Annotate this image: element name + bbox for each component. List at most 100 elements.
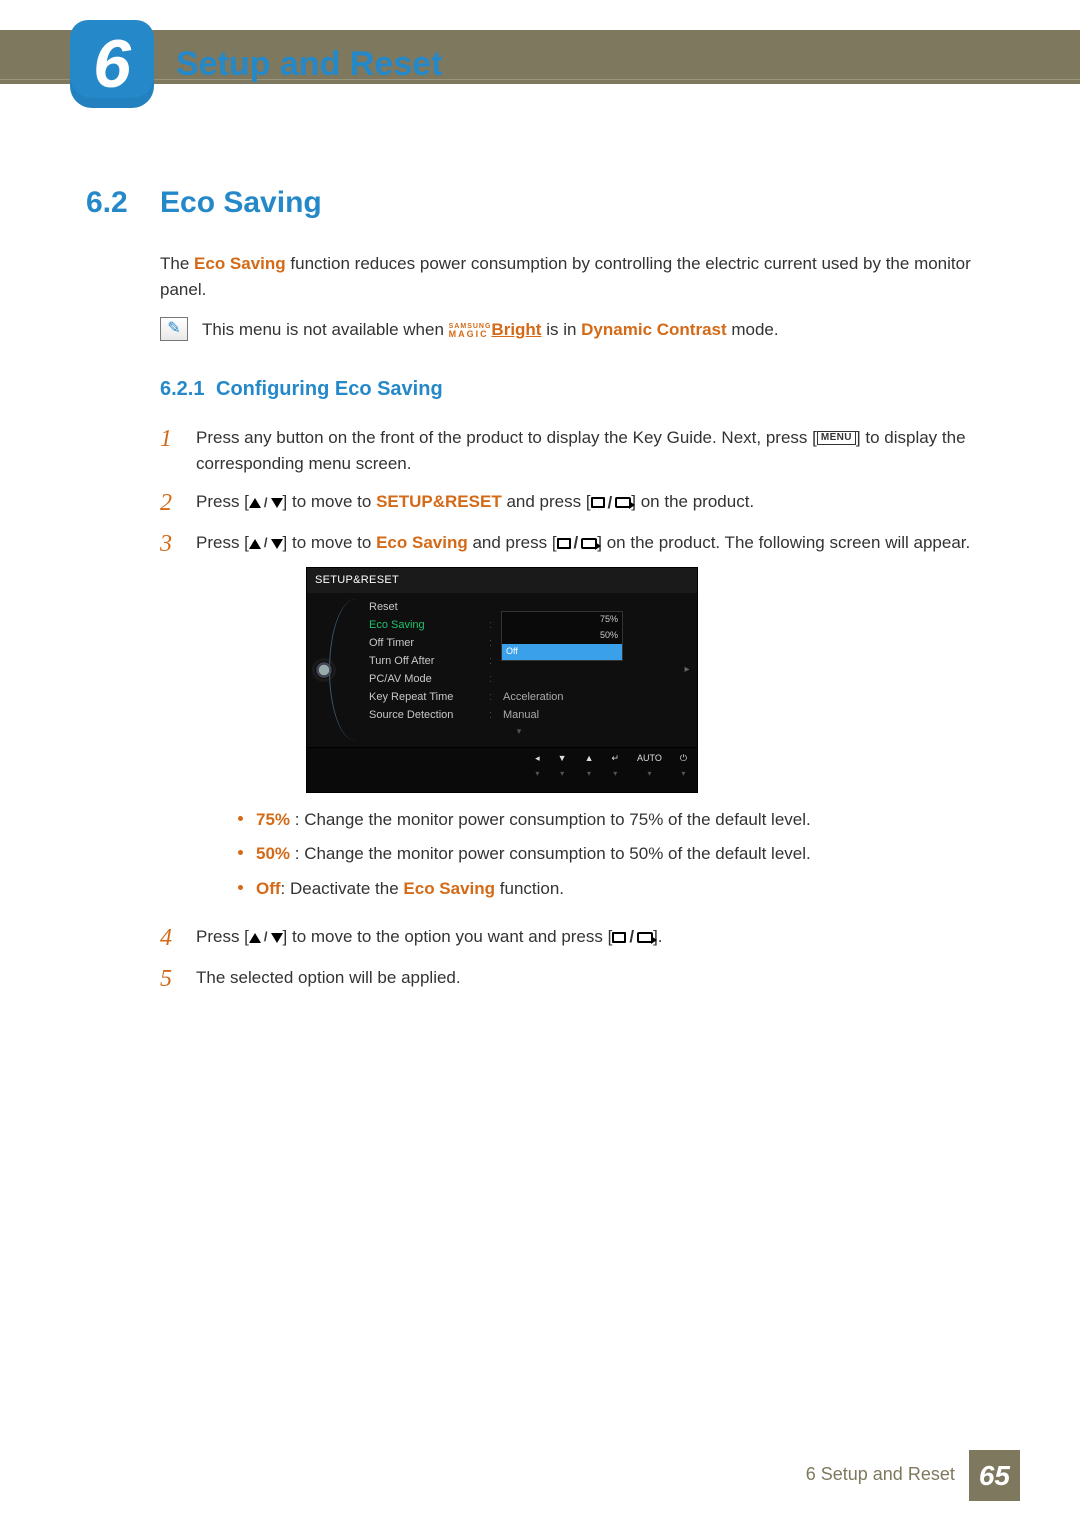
sep: :	[290, 844, 304, 863]
footer-page-number: 65	[969, 1450, 1020, 1501]
label: Reset	[369, 599, 489, 616]
chapter-number-badge: 6	[70, 20, 154, 108]
note-post: mode.	[727, 320, 779, 339]
note: ✎ This menu is not available when SAMSUN…	[160, 317, 994, 343]
up-down-icon: /	[249, 493, 283, 513]
step-number: 3	[160, 530, 196, 559]
option-descriptions: 75% : Change the monitor power consumpti…	[232, 807, 994, 902]
osd-title: SETUP&RESET	[307, 568, 697, 593]
subsection-number: 6.2.1	[160, 374, 216, 405]
osd-item-off-timer: Off Timer:	[369, 635, 669, 653]
intro-text-pre: The	[160, 254, 194, 273]
subsection-heading: 6.2.1 Configuring Eco Saving	[160, 374, 994, 405]
section-number: 6.2	[86, 180, 160, 227]
osd-window: SETUP&RESET Reset Eco Saving:	[306, 567, 698, 793]
osd-scroll-down-icon: ▾	[369, 725, 669, 741]
osd-item-turn-off-after: Turn Off After:	[369, 653, 669, 671]
up-down-icon: /	[249, 533, 283, 553]
osd-item-key-repeat: Key Repeat Time:Acceleration	[369, 689, 669, 707]
value: Acceleration	[503, 689, 669, 706]
step-4: 4 Press [ /] to move to the option you wa…	[160, 924, 994, 953]
section-heading: 6.2 Eco Saving	[86, 180, 994, 227]
osd-btn-down: ▼▾	[558, 752, 567, 780]
value: Manual	[503, 707, 669, 724]
step-body: The selected option will be applied.	[196, 965, 994, 991]
section-title: Eco Saving	[160, 180, 322, 227]
note-mid: is in	[541, 320, 581, 339]
note-mode: Dynamic Contrast	[581, 320, 726, 339]
menu-button-icon: MENU	[817, 431, 856, 445]
gear-icon	[315, 661, 333, 679]
step-body: Press any button on the front of the pro…	[196, 425, 994, 478]
text: and press [	[468, 533, 557, 552]
osd-menu-list: Reset Eco Saving: 75% 50% Off	[341, 593, 677, 747]
label: Eco Saving	[369, 617, 489, 634]
option-75: 75%	[502, 612, 622, 628]
text: function.	[495, 879, 564, 898]
osd-item-source-detection: Source Detection:Manual	[369, 707, 669, 725]
label: Off Timer	[369, 635, 489, 652]
text: Press [	[196, 533, 249, 552]
note-pre: This menu is not available when	[202, 320, 449, 339]
step-number: 5	[160, 965, 196, 994]
osd-btn-up: ▲▾	[585, 752, 594, 780]
label: 75%	[256, 810, 290, 829]
osd-btn-left: ◂▾	[535, 752, 540, 780]
label: 50%	[256, 844, 290, 863]
footer-chapter: 6 Setup and Reset	[806, 1461, 955, 1489]
sep: :	[281, 879, 290, 898]
step-body: Press [ /] to move to the option you want…	[196, 924, 994, 951]
header-band	[0, 30, 1080, 84]
step-number: 1	[160, 425, 196, 454]
label: Turn Off After	[369, 653, 489, 670]
magic-bright: Bright	[491, 320, 541, 339]
section-intro: The Eco Saving function reduces power co…	[160, 251, 994, 304]
subsection-title: Configuring Eco Saving	[216, 374, 443, 405]
select-enter-icon: /	[612, 924, 653, 950]
osd-btn-auto: AUTO▾	[637, 752, 662, 780]
osd-icon-column	[307, 593, 341, 747]
select-enter-icon: /	[591, 490, 632, 516]
step-1: 1 Press any button on the front of the p…	[160, 425, 994, 478]
magic-bot: MAGIC	[449, 330, 492, 338]
steps-list: 1 Press any button on the front of the p…	[160, 425, 994, 994]
text: ] on the product.	[631, 492, 754, 511]
option-50: 50% : Change the monitor power consumpti…	[232, 841, 994, 867]
feature: Eco Saving	[403, 879, 495, 898]
text: Deactivate the	[290, 879, 403, 898]
step-2: 2 Press [/] to move to SETUP&RESET and p…	[160, 489, 994, 518]
step-number: 2	[160, 489, 196, 518]
osd-screenshot: SETUP&RESET Reset Eco Saving:	[306, 567, 994, 793]
text: ] to move to the option you want and pre…	[283, 927, 613, 946]
option-off: Off: Deactivate the Eco Saving function.	[232, 876, 994, 902]
label: Key Repeat Time	[369, 689, 489, 706]
step-number: 4	[160, 924, 196, 953]
target: SETUP&RESET	[376, 492, 502, 511]
text: ] to move to	[283, 533, 377, 552]
text: Change the monitor power consumption to …	[304, 844, 811, 863]
text: Press [	[196, 492, 249, 511]
osd-right-arrow-icon: ▸	[677, 593, 697, 747]
text: ] to move to	[283, 492, 377, 511]
osd-button-bar: ◂▾ ▼▾ ▲▾ ↵▾ AUTO▾ ⏻▾	[307, 747, 697, 792]
step-body: Press [/] to move to Eco Saving and pres…	[196, 530, 994, 912]
option-75: 75% : Change the monitor power consumpti…	[232, 807, 994, 833]
label: PC/AV Mode	[369, 671, 489, 688]
chapter-title: Setup and Reset	[176, 38, 442, 91]
osd-btn-power: ⏻▾	[680, 752, 687, 780]
step-3: 3 Press [/] to move to Eco Saving and pr…	[160, 530, 994, 912]
text: Press any button on the front of the pro…	[196, 428, 817, 447]
note-text: This menu is not available when SAMSUNGM…	[202, 317, 994, 343]
samsung-magic-logo: SAMSUNGMAGIC	[449, 324, 492, 338]
label: Source Detection	[369, 707, 489, 724]
label: Off	[256, 879, 281, 898]
text: Press [	[196, 927, 249, 946]
osd-btn-enter: ↵▾	[611, 752, 619, 780]
osd-item-pcav-mode: PC/AV Mode:	[369, 671, 669, 689]
target: Eco Saving	[376, 533, 468, 552]
text: Change the monitor power consumption to …	[304, 810, 811, 829]
sep: :	[290, 810, 304, 829]
page-footer: 6 Setup and Reset 65	[806, 1450, 1020, 1501]
page-content: 6.2 Eco Saving The Eco Saving function r…	[86, 180, 994, 1006]
step-5: 5 The selected option will be applied.	[160, 965, 994, 994]
